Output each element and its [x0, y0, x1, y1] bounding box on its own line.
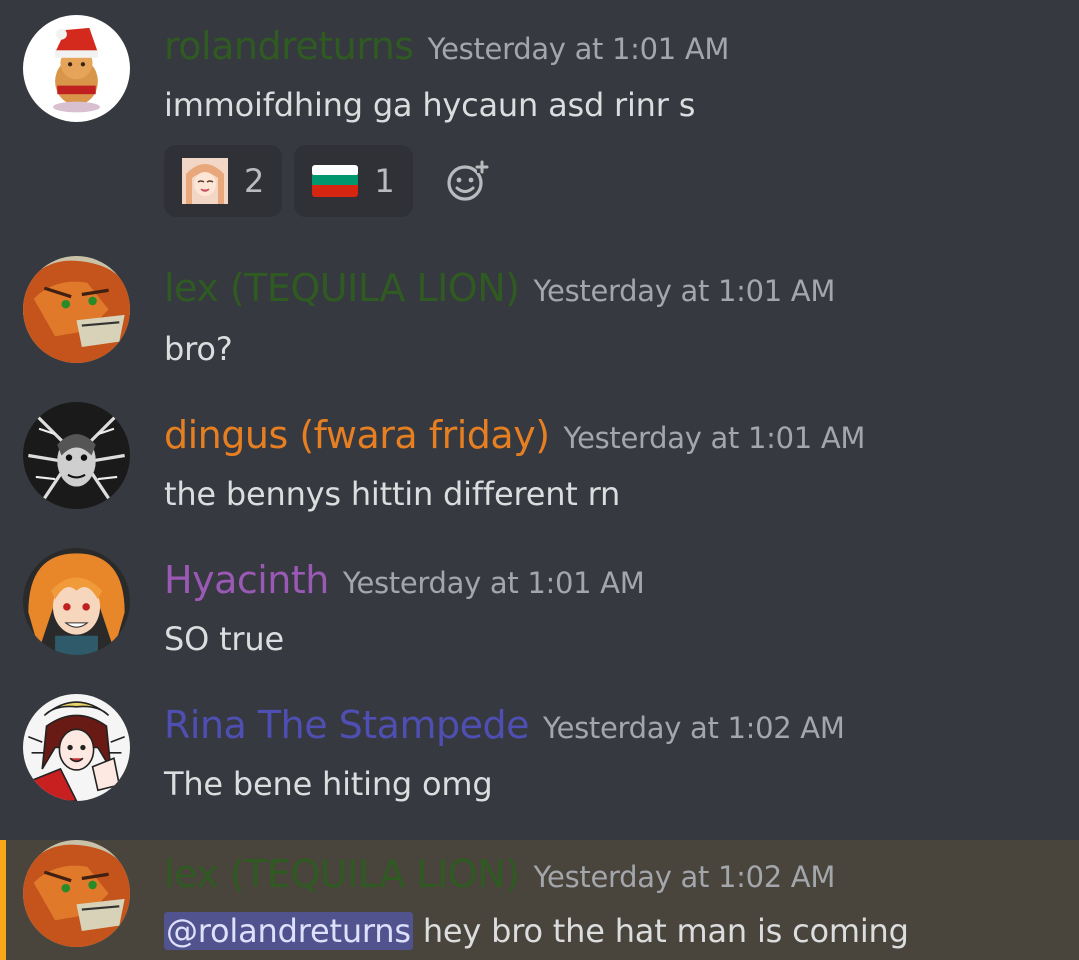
timestamp: Yesterday at 1:01 AM [342, 566, 645, 600]
mention-indicator [0, 840, 6, 960]
orange-hair-anime-avatar [23, 548, 130, 655]
monochrome-sketch-avatar [23, 402, 130, 509]
message: Rina The Stampede Yesterday at 1:02 AM Th… [0, 675, 1079, 840]
username[interactable]: dingus (fwara friday) [164, 413, 550, 457]
christmas-hat-plush-avatar [23, 15, 130, 122]
bulgaria-flag-emoji [312, 165, 359, 197]
avatar[interactable] [23, 694, 130, 801]
username[interactable]: Rina The Stampede [164, 703, 530, 747]
message-mention-highlight: lex (TEQUILA LION) Yesterday at 1:02 AM @… [0, 840, 1079, 960]
timestamp: Yesterday at 1:01 AM [427, 32, 730, 66]
avatar[interactable] [23, 256, 130, 363]
message: Hyacinth Yesterday at 1:01 AM SO true [0, 530, 1079, 675]
add-reaction-icon[interactable] [445, 159, 489, 203]
reaction-count: 1 [374, 162, 395, 200]
username[interactable]: lex (TEQUILA LION) [164, 266, 520, 310]
reaction-count: 2 [244, 162, 265, 200]
username[interactable]: lex (TEQUILA LION) [164, 852, 520, 896]
avatar[interactable] [23, 548, 130, 655]
message-text: SO true [164, 620, 284, 658]
timestamp: Yesterday at 1:02 AM [543, 711, 845, 745]
anime-girl-emoji [182, 158, 228, 204]
avatar[interactable] [23, 840, 130, 947]
reaction-button[interactable]: 1 [294, 145, 413, 217]
avatar[interactable] [23, 402, 130, 509]
orange-lion-avatar [23, 840, 130, 947]
message-text: the bennys hittin different rn [164, 475, 621, 513]
username[interactable]: rolandreturns [164, 24, 414, 68]
reactions-bar: 2 1 [164, 145, 489, 217]
message: lex (TEQUILA LION) Yesterday at 1:01 AM b… [0, 240, 1079, 385]
message-text: bro? [164, 330, 233, 368]
message: rolandreturns Yesterday at 1:01 AM immoif… [0, 0, 1079, 240]
message-text: The bene hiting omg [164, 765, 493, 803]
message-text: immoifdhing ga hycaun asd rinr s [164, 86, 696, 124]
username[interactable]: Hyacinth [164, 558, 329, 602]
reaction-button[interactable]: 2 [164, 145, 283, 217]
red-sketch-anime-avatar [23, 694, 130, 801]
avatar[interactable] [23, 15, 130, 122]
timestamp: Yesterday at 1:01 AM [533, 274, 836, 308]
timestamp: Yesterday at 1:02 AM [533, 860, 836, 894]
message: dingus (fwara friday) Yesterday at 1:01 A… [0, 385, 1079, 530]
message-text: @rolandreturns hey bro the hat man is co… [164, 912, 909, 950]
message-body: hey bro the hat man is coming [412, 912, 909, 950]
timestamp: Yesterday at 1:01 AM [563, 421, 866, 455]
orange-lion-avatar [23, 256, 130, 363]
user-mention[interactable]: @rolandreturns [164, 912, 413, 950]
